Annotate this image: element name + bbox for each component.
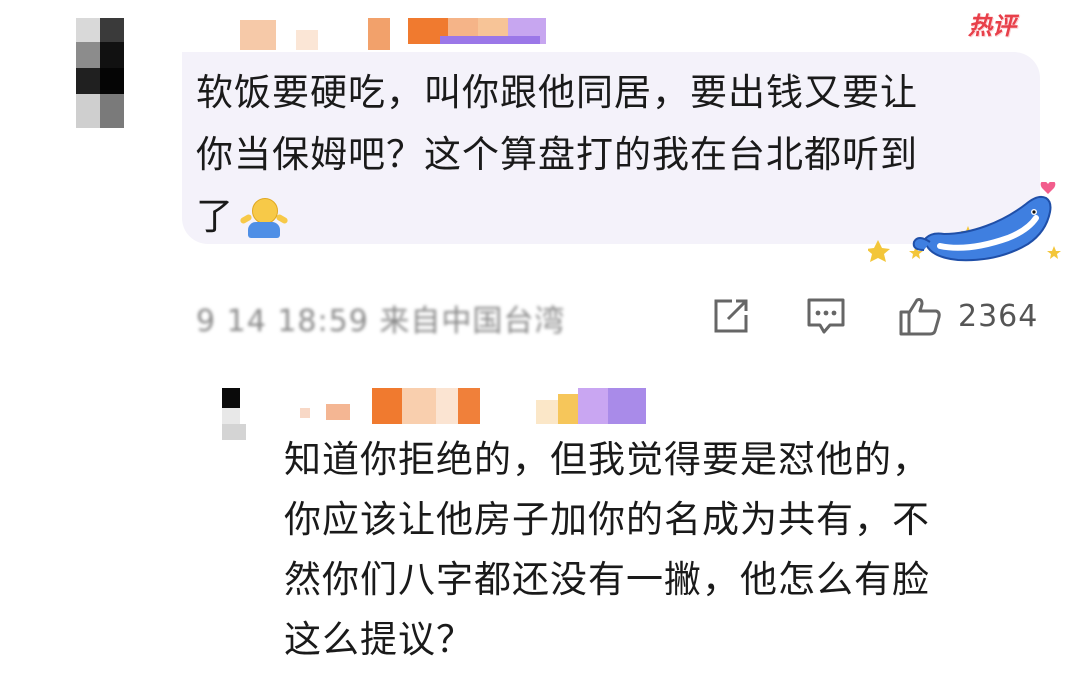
reply-line: 这么提议？ (284, 618, 474, 661)
comment-meta: 9 14 18:59 来自中国台湾 (196, 296, 565, 340)
whale-stars-icon (868, 182, 1061, 262)
hot-comment-badge: 热评 (968, 12, 1016, 40)
reply-text: 知道你拒绝的，但我觉得要是怼他的， 你应该让他房子加你的名成为共有，不 然你们八… (284, 430, 1064, 670)
reply-line: 知道你拒绝的，但我觉得要是怼他的， (284, 438, 930, 481)
comment-location: 来自中国台湾 (379, 304, 566, 339)
thumbs-up-icon (899, 298, 941, 336)
reply-line: 你应该让他房子加你的名成为共有，不 (284, 498, 930, 541)
comment-time: 9 14 18:59 (196, 304, 369, 339)
share-icon (714, 299, 748, 333)
comment-line: 你当保姆吧？这个算盘打的我在台北都听到 (196, 133, 918, 176)
comment-icon (807, 298, 845, 334)
like-button[interactable]: 2364 (898, 296, 1038, 336)
share-button[interactable] (712, 296, 750, 336)
comment-reply-button[interactable] (806, 296, 846, 336)
reply-line: 然你们八字都还没有一撇，他怎么有脸 (284, 558, 930, 601)
like-count: 2364 (958, 298, 1039, 334)
comment-line: 软饭要硬吃，叫你跟他同居，要出钱又要让 (196, 71, 918, 114)
shrug-emoji-icon (239, 197, 289, 240)
comment-line: 了 (196, 195, 234, 238)
